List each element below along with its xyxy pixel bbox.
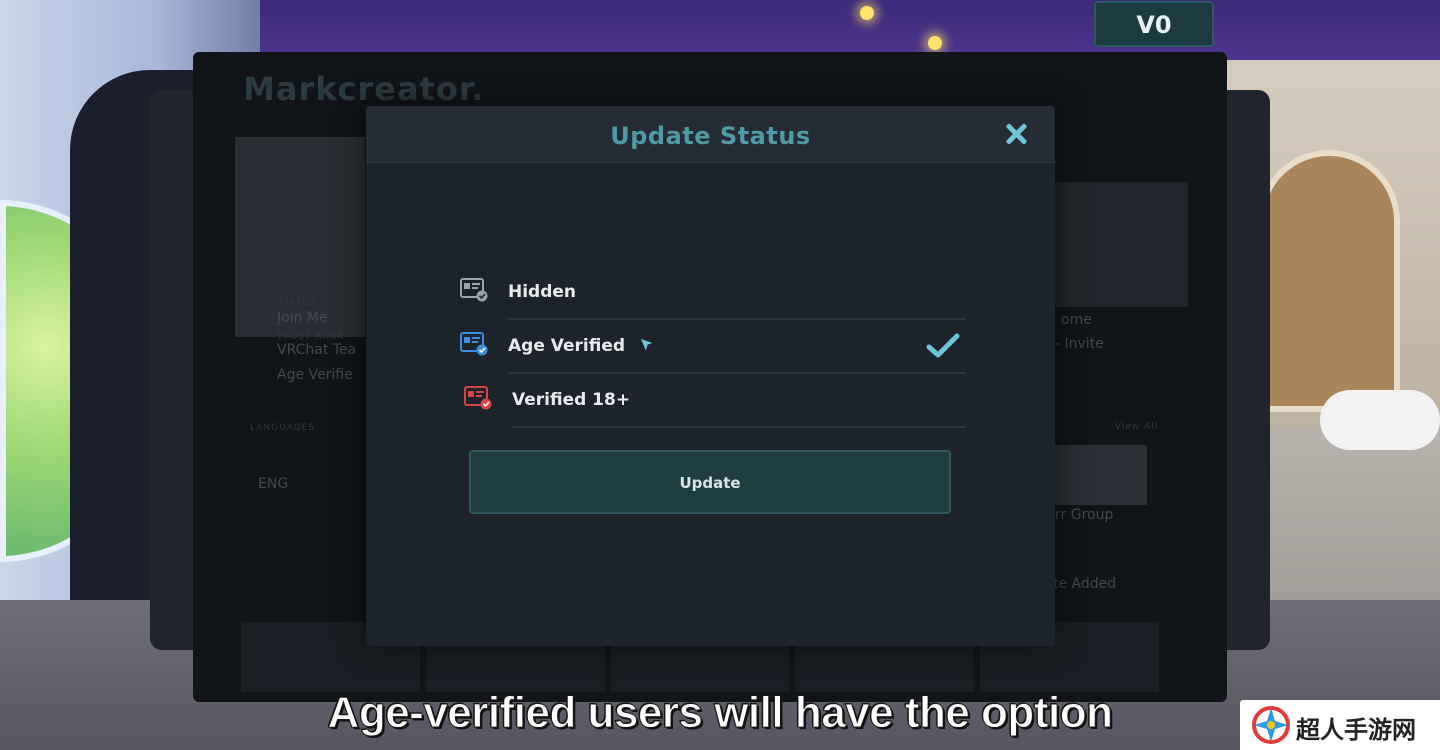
status-value: Join Me <box>277 310 328 326</box>
id-card-verified-18-icon <box>464 386 492 410</box>
status-option-verified-18[interactable]: Verified 18+ <box>456 374 966 428</box>
option-label: Age Verified <box>508 336 626 356</box>
divider <box>512 426 966 428</box>
status-label: STATUS <box>277 298 317 308</box>
instance-type: - Invite <box>1055 336 1104 352</box>
pointer-cursor-icon <box>639 337 656 354</box>
dialog-title: Update Status <box>610 122 811 150</box>
update-button-label: Update <box>679 474 741 492</box>
profile-name: Markcreator. <box>243 70 485 108</box>
string-light <box>860 6 874 20</box>
vrc-credits-badge[interactable]: V0 <box>1094 1 1214 47</box>
status-option-age-verified[interactable]: Age Verified <box>456 320 966 374</box>
group-thumbnail[interactable] <box>1045 445 1147 505</box>
world-name: ome <box>1061 312 1092 328</box>
credits-value: V0 <box>1136 11 1172 39</box>
site-watermark: 超人手游网 <box>1240 700 1440 750</box>
cushion <box>1320 390 1440 450</box>
update-button[interactable]: Update <box>469 450 951 514</box>
trust-rank-value: VRChat Tea <box>277 342 357 358</box>
option-label: Hidden <box>508 282 577 302</box>
dialog-header: Update Status <box>366 106 1055 163</box>
language-tag[interactable]: ENG <box>258 476 288 492</box>
world-thumbnail[interactable] <box>1053 182 1188 307</box>
view-all-link[interactable]: View All <box>1115 422 1158 432</box>
languages-label: LANGUAGES <box>250 423 316 433</box>
update-status-dialog: Update Status Hidden Age Verified Verifi… <box>366 106 1055 646</box>
group-name: rr Group <box>1055 507 1114 523</box>
checkmark-icon <box>926 333 960 358</box>
watermark-text: 超人手游网 <box>1296 716 1416 744</box>
id-card-hidden-icon <box>460 278 488 302</box>
video-caption: Age-verified users will have the option <box>327 688 1113 738</box>
watermark-logo-icon <box>1252 706 1290 744</box>
string-light <box>928 36 942 50</box>
sort-label[interactable]: te Added <box>1053 576 1116 592</box>
trust-rank-label: TRUST RANK <box>277 332 345 342</box>
close-icon[interactable] <box>1002 120 1030 148</box>
room-arch <box>1258 150 1400 412</box>
status-option-hidden[interactable]: Hidden <box>456 266 966 320</box>
age-status-value: Age Verifie <box>277 367 353 383</box>
id-card-age-verified-icon <box>460 332 488 356</box>
option-label: Verified 18+ <box>512 390 631 410</box>
